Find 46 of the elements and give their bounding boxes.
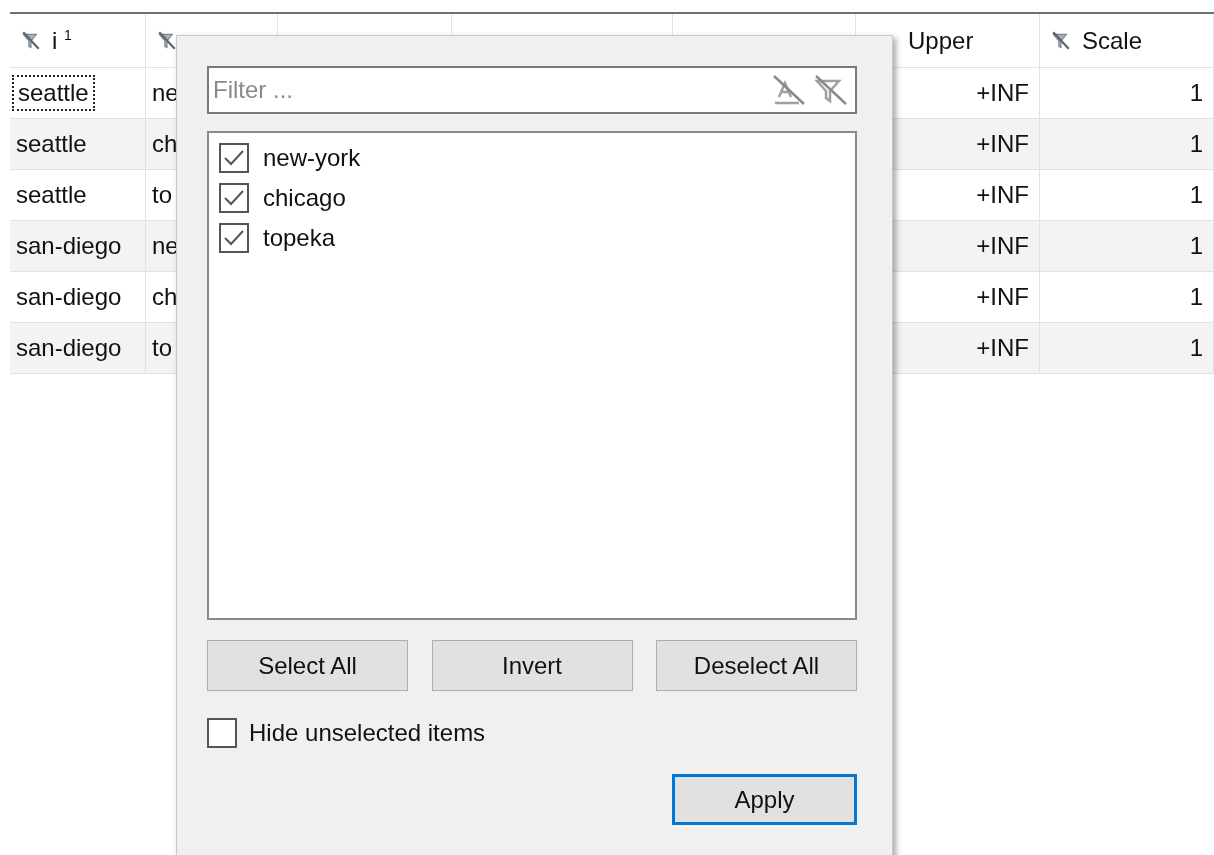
- checkbox[interactable]: [219, 183, 249, 213]
- table-cell: 1: [1189, 232, 1203, 260]
- table-cell: +INF: [976, 79, 1029, 107]
- table-cell: san-diego: [16, 283, 122, 311]
- checkbox-label[interactable]: Hide unselected items: [249, 719, 486, 747]
- list-button[interactable]: Deselect All: [656, 640, 857, 691]
- table-cell: +INF: [976, 283, 1029, 311]
- table-cell: ch: [152, 130, 178, 158]
- item-label[interactable]: new-york: [263, 144, 361, 172]
- table-cell: 1: [1189, 130, 1203, 158]
- slashed-funnel-icon[interactable]: [156, 29, 178, 52]
- column-header[interactable]: Scale: [1040, 14, 1214, 68]
- table-cell: seattle: [16, 130, 87, 158]
- table-cell: san-diego: [16, 232, 122, 260]
- table-cell: 1: [1189, 181, 1203, 209]
- list-button[interactable]: Invert: [431, 640, 633, 691]
- list-button[interactable]: Select All: [207, 640, 408, 691]
- checkbox[interactable]: [207, 718, 237, 748]
- table-cell: 1: [1189, 334, 1203, 362]
- table-cell: ch: [152, 283, 178, 311]
- slashed-funnel-icon[interactable]: [813, 73, 849, 107]
- table-cell: ne: [152, 232, 179, 260]
- table-cell: ne: [152, 79, 179, 107]
- table-cell: san-diego: [16, 334, 122, 362]
- checkmark-icon: [223, 148, 245, 168]
- table-cell: to: [152, 181, 172, 209]
- checkbox[interactable]: [219, 223, 249, 253]
- checkmark-icon: [223, 188, 245, 208]
- table-cell: 1: [1189, 79, 1203, 107]
- table-cell: seattle: [16, 181, 87, 209]
- table-cell: +INF: [976, 130, 1029, 158]
- item-label[interactable]: topeka: [263, 224, 336, 252]
- column-header[interactable]: i $^{1}$: [10, 14, 146, 68]
- table-cell: +INF: [976, 232, 1029, 260]
- checkbox[interactable]: [219, 143, 249, 173]
- slashed-funnel-icon[interactable]: [20, 29, 42, 52]
- item-label[interactable]: chicago: [263, 184, 346, 212]
- table-cell: +INF: [976, 181, 1029, 209]
- table-cell: +INF: [976, 334, 1029, 362]
- table-cell: 1: [1189, 283, 1203, 311]
- apply-button[interactable]: Apply: [672, 774, 857, 825]
- slashed-funnel-icon[interactable]: [1050, 29, 1072, 52]
- filter-field[interactable]: Filter ...: [207, 66, 857, 114]
- table-cell: to: [152, 334, 172, 362]
- slashed-text-icon[interactable]: [771, 73, 807, 107]
- checkmark-icon: [223, 228, 245, 248]
